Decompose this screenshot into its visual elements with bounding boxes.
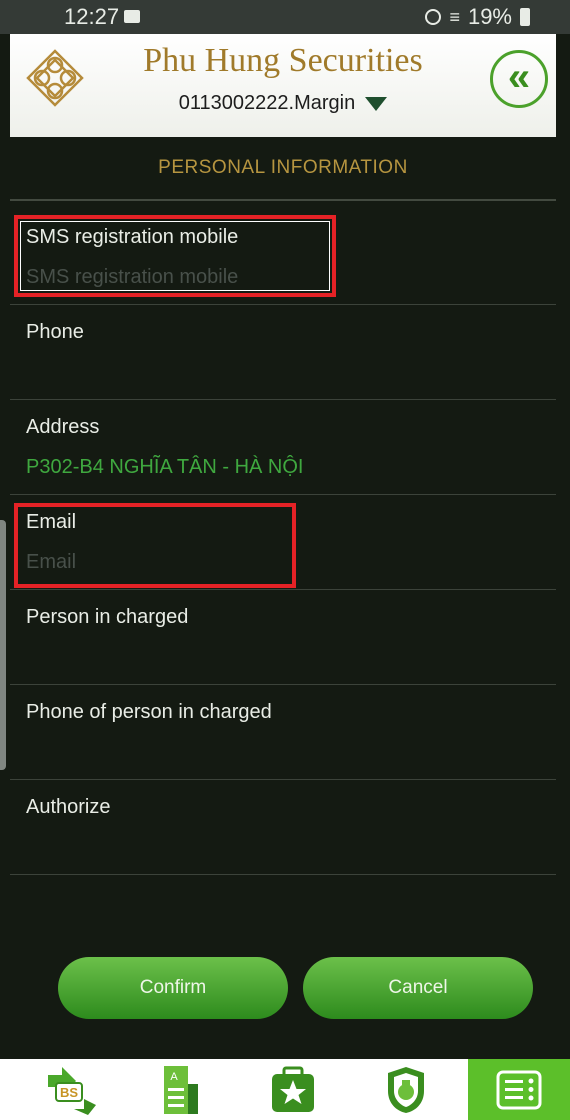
personal-info-panel: PERSONAL INFORMATION SMS registration mo… [10,137,556,1059]
field-authorize[interactable]: Authorize [10,780,556,875]
brand-title: Phu Hung Securities [143,42,423,79]
account-selector[interactable]: 0113002222.Margin [10,92,556,115]
statement-icon: A [164,1065,198,1114]
nav-menu[interactable] [468,1059,570,1120]
app-header: Phu Hung Securities 0113002222.Margin « [10,34,556,137]
sms-highlight-box [14,215,336,297]
money-bag-icon [388,1066,424,1113]
email-highlight-box [14,503,296,588]
confirm-button[interactable]: Confirm [58,957,288,1019]
battery-icon [520,8,530,26]
nav-watchlist[interactable] [247,1059,339,1120]
account-number: 0113002222.Margin [178,92,356,114]
cancel-button[interactable]: Cancel [303,957,533,1019]
back-button[interactable]: « [490,50,548,108]
field-label: Authorize [26,796,111,818]
nav-money[interactable] [360,1059,452,1120]
field-label: Person in charged [26,606,189,628]
field-label: Phone [26,321,84,343]
field-person-in-charge[interactable]: Person in charged [10,590,556,685]
divider [10,874,556,875]
nav-statement-label: A [170,1071,178,1083]
image-notification-icon [124,10,140,23]
status-icons: ≡ 19% [425,4,530,30]
field-address[interactable]: Address P302-B4 NGHĨA TÂN - HÀ NỘI [10,400,556,495]
status-time: 12:27 [64,4,120,29]
dropdown-arrow-icon[interactable] [365,96,388,111]
divider [10,199,556,201]
side-drawer-handle[interactable] [0,520,6,770]
field-person-in-charge-phone[interactable]: Phone of person in charged [10,685,556,780]
wifi-signal-icon: ≡ [449,6,460,27]
menu-icon [496,1070,542,1109]
nav-statement[interactable]: A [135,1059,227,1120]
field-label: Phone of person in charged [26,701,272,723]
status-bar: 12:27 ≡ 19% [0,0,570,34]
watchlist-star-icon [272,1066,314,1112]
buy-sell-icon: BS [48,1066,96,1115]
nav-buy-sell-label: BS [60,1085,78,1100]
bottom-nav: BS A [0,1059,570,1120]
address-input[interactable]: P302-B4 NGHĨA TÂN - HÀ NỘI [26,456,304,479]
double-chevron-left-icon: « [507,55,531,99]
alarm-icon [425,9,442,25]
field-phone[interactable]: Phone [10,305,556,400]
section-title: PERSONAL INFORMATION [158,157,408,178]
battery-percent: 19% [467,4,512,29]
field-label: Address [26,416,100,438]
nav-buy-sell[interactable]: BS [22,1059,114,1120]
